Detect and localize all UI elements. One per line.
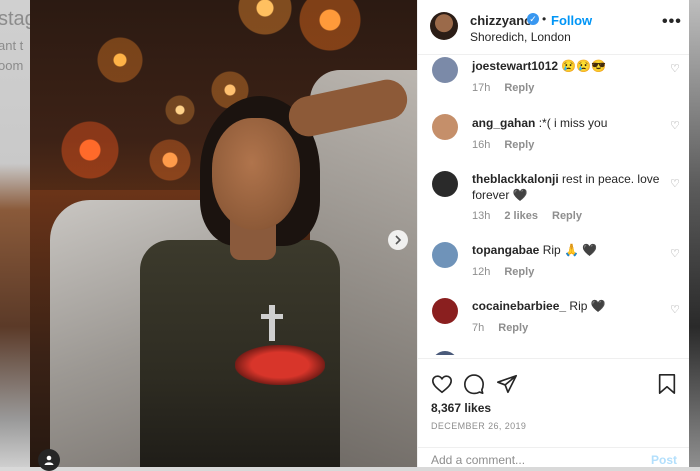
follow-button[interactable]: Follow	[551, 13, 592, 28]
comment-body: topangabae Rip 🙏 🖤	[472, 242, 662, 258]
avatar[interactable]	[432, 242, 458, 268]
comment-meta: 13h 2 likes Reply	[472, 210, 596, 222]
comment-time[interactable]: 7h	[472, 322, 484, 334]
add-comment-bar: Post	[418, 447, 689, 468]
background-fragment-text: ant t	[0, 38, 24, 53]
avatar[interactable]	[432, 171, 458, 197]
comment-body: theblackkalonji rest in peace. love fore…	[472, 171, 662, 203]
reply-button[interactable]: Reply	[504, 139, 534, 151]
comment-meta: 7h Reply	[472, 322, 542, 334]
comment-body: joestewart1012 😢😢😎	[472, 58, 662, 74]
chevron-right-icon[interactable]	[388, 230, 408, 250]
post-photo[interactable]	[30, 0, 417, 467]
comment-username[interactable]: topangabae	[472, 243, 539, 257]
likes-count[interactable]: 8,367 likes	[431, 401, 491, 415]
avatar[interactable]	[432, 298, 458, 324]
photo-face	[212, 118, 300, 230]
background-fragment-text: oom	[0, 58, 24, 73]
bookmark-icon[interactable]	[656, 373, 678, 395]
post-location[interactable]: Shoredich, London	[470, 30, 571, 44]
avatar[interactable]	[432, 114, 458, 140]
reply-button[interactable]: Reply	[498, 322, 528, 334]
verified-badge-icon: ✓	[527, 13, 539, 25]
reply-button[interactable]: Reply	[552, 210, 582, 222]
reply-button[interactable]: Reply	[504, 266, 534, 278]
background-adjacent-post-right	[688, 0, 700, 467]
comment-text: Rip 🙏 🖤	[542, 243, 598, 257]
comment-likes-count[interactable]: 2 likes	[504, 210, 538, 222]
heart-outline-icon[interactable]: ♡	[670, 121, 680, 132]
comment-meta: 16h Reply	[472, 139, 548, 151]
post-comment-button[interactable]: Post	[651, 453, 677, 467]
share-icon[interactable]	[496, 373, 518, 395]
user-tag-icon[interactable]	[38, 449, 60, 471]
comment-username[interactable]: theblackkalonji	[472, 172, 559, 186]
background-fragment-text: stag	[0, 8, 30, 30]
avatar[interactable]	[430, 12, 458, 40]
post-date[interactable]: DECEMBER 26, 2019	[431, 421, 526, 431]
comment-body: cocainebarbiee_ Rip 🖤	[472, 298, 662, 314]
post-side-panel: chizzyano ✓ • Follow Shoredich, London •…	[417, 0, 689, 467]
comment-text: Rip 🖤	[569, 299, 606, 313]
comments-list[interactable]: joestewart1012 😢😢😎 17h Reply ♡ ang_gahan …	[418, 55, 689, 355]
avatar[interactable]	[432, 57, 458, 83]
comment-text: 😢😢😎	[561, 59, 607, 73]
heart-icon[interactable]	[431, 373, 453, 395]
comment-body: ang_gahan :*( i miss you	[472, 115, 662, 131]
comment-username[interactable]: cocainebarbiee_	[472, 299, 566, 313]
comment-username[interactable]: ang_gahan	[472, 116, 535, 130]
reply-button[interactable]: Reply	[504, 82, 534, 94]
photo-necklace-cross	[261, 305, 283, 341]
comment-meta: 12h Reply	[472, 266, 548, 278]
comment-time[interactable]: 17h	[472, 82, 490, 94]
heart-outline-icon[interactable]: ♡	[670, 179, 680, 190]
heart-outline-icon[interactable]: ♡	[670, 249, 680, 260]
comment-time[interactable]: 12h	[472, 266, 490, 278]
photo-shirt-logo	[235, 345, 325, 385]
post-header: chizzyano ✓ • Follow Shoredich, London •…	[418, 0, 689, 55]
more-options-icon[interactable]: •••	[662, 13, 682, 31]
comment-input[interactable]	[431, 453, 611, 467]
avatar[interactable]	[432, 351, 458, 355]
comment-text: :*( i miss you	[538, 116, 608, 130]
comment-username[interactable]: joestewart1012	[472, 59, 558, 73]
background-adjacent-post-left: stag ant t oom	[0, 0, 30, 467]
comment-time[interactable]: 13h	[472, 210, 490, 222]
heart-outline-icon[interactable]: ♡	[670, 64, 680, 75]
separator-dot: •	[542, 12, 547, 26]
heart-outline-icon[interactable]: ♡	[670, 305, 680, 316]
post-username[interactable]: chizzyano	[470, 13, 532, 28]
comment-icon[interactable]	[463, 373, 485, 395]
comment-meta: 17h Reply	[472, 82, 548, 94]
comment-time[interactable]: 16h	[472, 139, 490, 151]
post-actions: 8,367 likes DECEMBER 26, 2019 Post	[418, 358, 689, 467]
